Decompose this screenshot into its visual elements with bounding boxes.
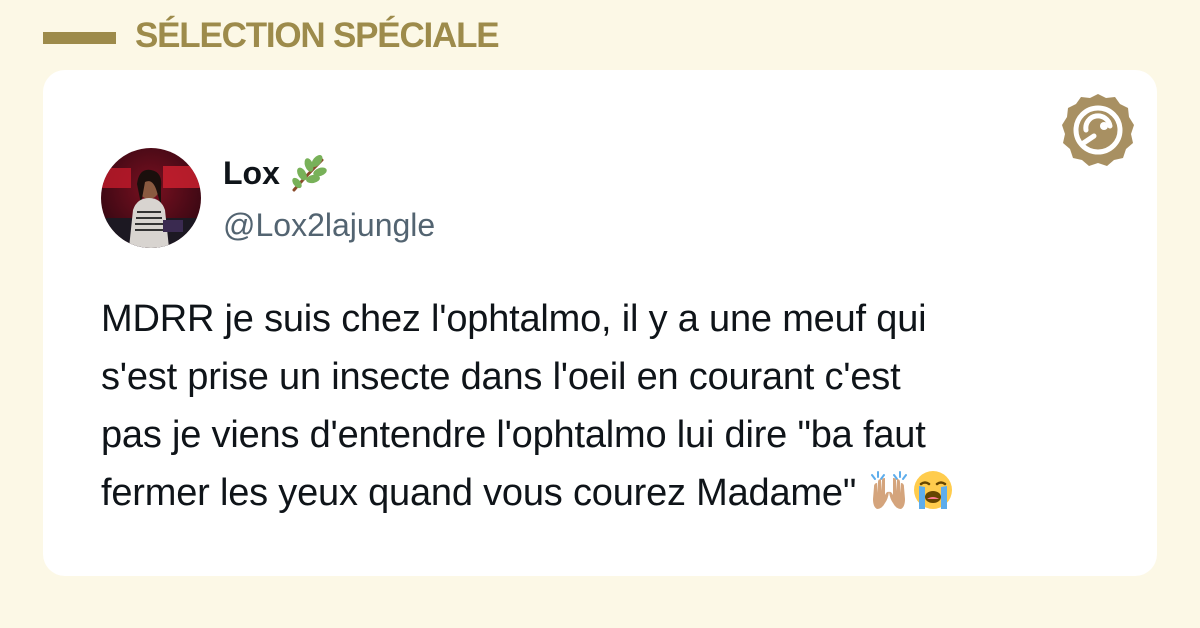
loudly-crying-face-icon — [914, 471, 953, 509]
tweet-line-text: fermer les yeux quand vous courez Madame… — [101, 472, 857, 514]
tweet-line: s'est prise un insecte dans l'oeil en co… — [101, 356, 901, 398]
author-handle[interactable]: @Lox2lajungle — [223, 206, 435, 244]
author-name[interactable]: Lox — [223, 154, 280, 192]
tweet-line: pas je viens d'entendre l'ophtalmo lui d… — [101, 414, 926, 456]
tweet-card: Lox @Lox2lajungle MDRR je suis chez l'op… — [43, 70, 1157, 576]
section-title: SÉLECTION SPÉCIALE — [135, 16, 500, 55]
tweet-body: MDRR je suis chez l'ophtalmo, il y a une… — [101, 290, 1141, 522]
brand-seal-icon — [1062, 94, 1134, 166]
herb-branch-icon — [292, 155, 327, 192]
raising-hands-icon — [871, 471, 908, 509]
tweet-line: MDRR je suis chez l'ophtalmo, il y a une… — [101, 298, 927, 340]
header-accent-bar — [43, 32, 116, 44]
avatar[interactable] — [101, 148, 201, 248]
tweet-line-last: fermer les yeux quand vous courez Madame… — [101, 464, 1141, 522]
